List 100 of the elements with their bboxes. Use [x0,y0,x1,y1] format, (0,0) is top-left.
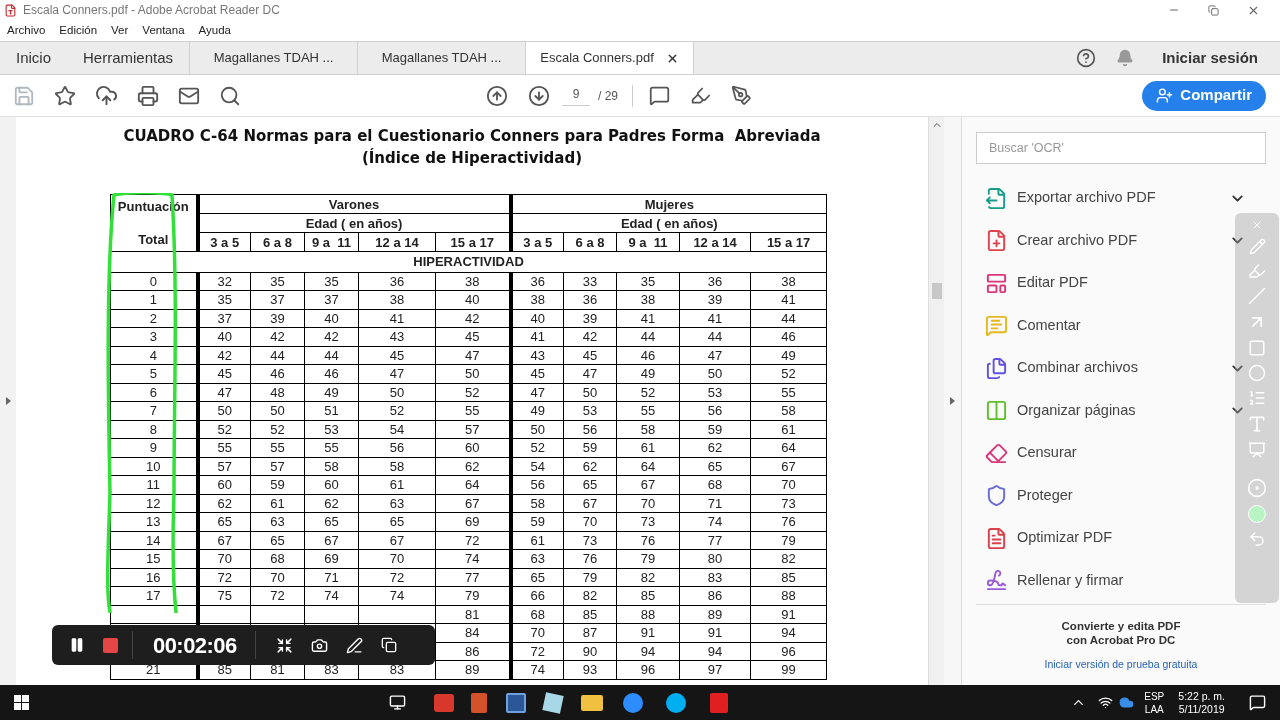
search-field[interactable]: Buscar 'OCR' [976,132,1266,164]
page-number-field[interactable]: 9 [562,85,590,106]
row-header: 0 [149,273,157,289]
sign-in-button[interactable]: Iniciar sesión [1162,46,1258,70]
column-header: 15 a 17 [450,234,494,250]
chat-app-icon[interactable] [666,692,686,713]
table-cell: 70 [530,625,546,641]
table-cell: 74 [465,551,480,567]
menu-item[interactable]: Archivo [7,21,46,40]
restore-icon[interactable] [1208,4,1219,16]
cloud-icon[interactable] [1119,695,1135,710]
table-cell: 41 [640,310,656,326]
folder-icon[interactable] [581,694,603,711]
table-cell: 61 [781,421,796,437]
tool-item[interactable]: Rellenar y firmar [962,559,1280,602]
table-cell: 83 [707,569,723,585]
table-cell: 74 [324,588,339,604]
column-header: 15 a 17 [766,234,811,250]
sign-icon[interactable] [731,85,752,106]
comment-icon[interactable] [649,85,670,106]
row-header: 8 [149,421,157,437]
table-cell: 85 [781,569,796,585]
table-cell: 73 [781,495,796,511]
table-cell: 82 [582,588,598,604]
column-header: 9 a 11 [628,234,668,250]
share-button[interactable]: Compartir [1142,80,1266,111]
word-icon[interactable] [506,692,526,713]
task-view-icon[interactable] [389,694,406,711]
print-icon[interactable] [137,84,159,107]
tool-item[interactable]: Optimizar PDF [962,517,1280,560]
table-cell: 76 [640,532,656,548]
table-cell: 44 [781,310,796,326]
trial-link[interactable]: Iniciar versión de prueba gratuita [1044,657,1198,673]
window-icon[interactable] [380,637,397,653]
tool-item[interactable]: Comentar [962,304,1280,347]
arrow-down-icon[interactable] [528,84,550,107]
table-cell: 47 [217,384,232,400]
stop-icon[interactable] [103,637,118,653]
row-header: 6 [149,384,157,400]
scrollbar-thumb[interactable] [931,283,942,299]
highlighter-icon[interactable] [690,85,711,106]
table-cell: 65 [389,514,405,530]
tool-item[interactable]: Censurar [962,432,1280,475]
app-icon[interactable] [542,691,564,714]
table-cell: 62 [217,495,232,511]
table-cell: 57 [465,421,480,437]
table-cell: 67 [465,495,480,511]
menu-item[interactable]: Ver [111,21,129,40]
windows-icon[interactable] [14,695,29,710]
table-cell: 45 [530,366,546,382]
table-cell: 68 [530,606,546,622]
notifications-icon[interactable] [1249,694,1266,711]
menu-item[interactable]: Ventana [142,21,185,40]
table-cell: 99 [781,662,796,678]
collapse-triangle-icon[interactable] [950,397,955,405]
table-cell: 45 [465,329,480,345]
search-icon[interactable] [219,84,241,107]
table-cell: 52 [389,403,405,419]
wifi-icon[interactable] [1098,695,1114,710]
tool-item[interactable]: Proteger [962,474,1280,517]
video-app-icon[interactable] [623,692,643,713]
table-cell: 49 [530,403,546,419]
table-cell: 38 [781,273,796,289]
color-swatch[interactable] [1248,505,1266,523]
table-cell: 44 [707,329,723,345]
table-cell: 61 [270,495,285,511]
document-tab[interactable]: Escala Conners.pdf [525,42,694,74]
tool-item[interactable]: Combinar archivos [962,347,1280,390]
help-icon[interactable] [1076,48,1097,68]
menu-item[interactable]: Ayuda [198,21,231,40]
star-icon[interactable] [54,84,76,107]
table-cell: 67 [324,532,339,548]
tool-item[interactable]: Organizar páginas [962,389,1280,432]
row-header: 12 [146,495,161,511]
language-indicator[interactable]: ESP LAA [1144,689,1165,716]
table-cell: 56 [530,477,546,493]
expand-triangle-icon[interactable] [5,397,11,405]
table-cell: 40 [465,292,480,308]
arrow-up-icon[interactable] [486,84,508,107]
table-cell: 74 [389,588,405,604]
tool-item[interactable]: Exportar archivo PDF [962,177,1280,220]
clock[interactable]: 5:22 p. m. 5/11/2019 [1178,689,1225,716]
table-cell: 70 [781,477,796,493]
camera-icon[interactable] [310,636,328,654]
table-cell: 37 [217,310,232,326]
table-cell: 59 [582,440,598,456]
upload-icon[interactable] [95,84,118,107]
table-cell: 58 [324,458,339,474]
pause-icon[interactable] [69,637,85,653]
menu-item[interactable]: Edición [59,21,98,40]
table-cell: 70 [217,551,232,567]
pen-icon[interactable] [345,636,363,654]
table-cell: 96 [781,643,796,659]
shrink-icon[interactable] [275,636,293,654]
table-cell: 61 [530,532,546,548]
table-cell: 44 [640,329,656,345]
tool-item[interactable]: Crear archivo PDF [962,219,1280,262]
pdf-app-icon[interactable] [710,692,728,713]
table-cell: 94 [640,643,656,659]
table-cell: 40 [324,310,339,326]
